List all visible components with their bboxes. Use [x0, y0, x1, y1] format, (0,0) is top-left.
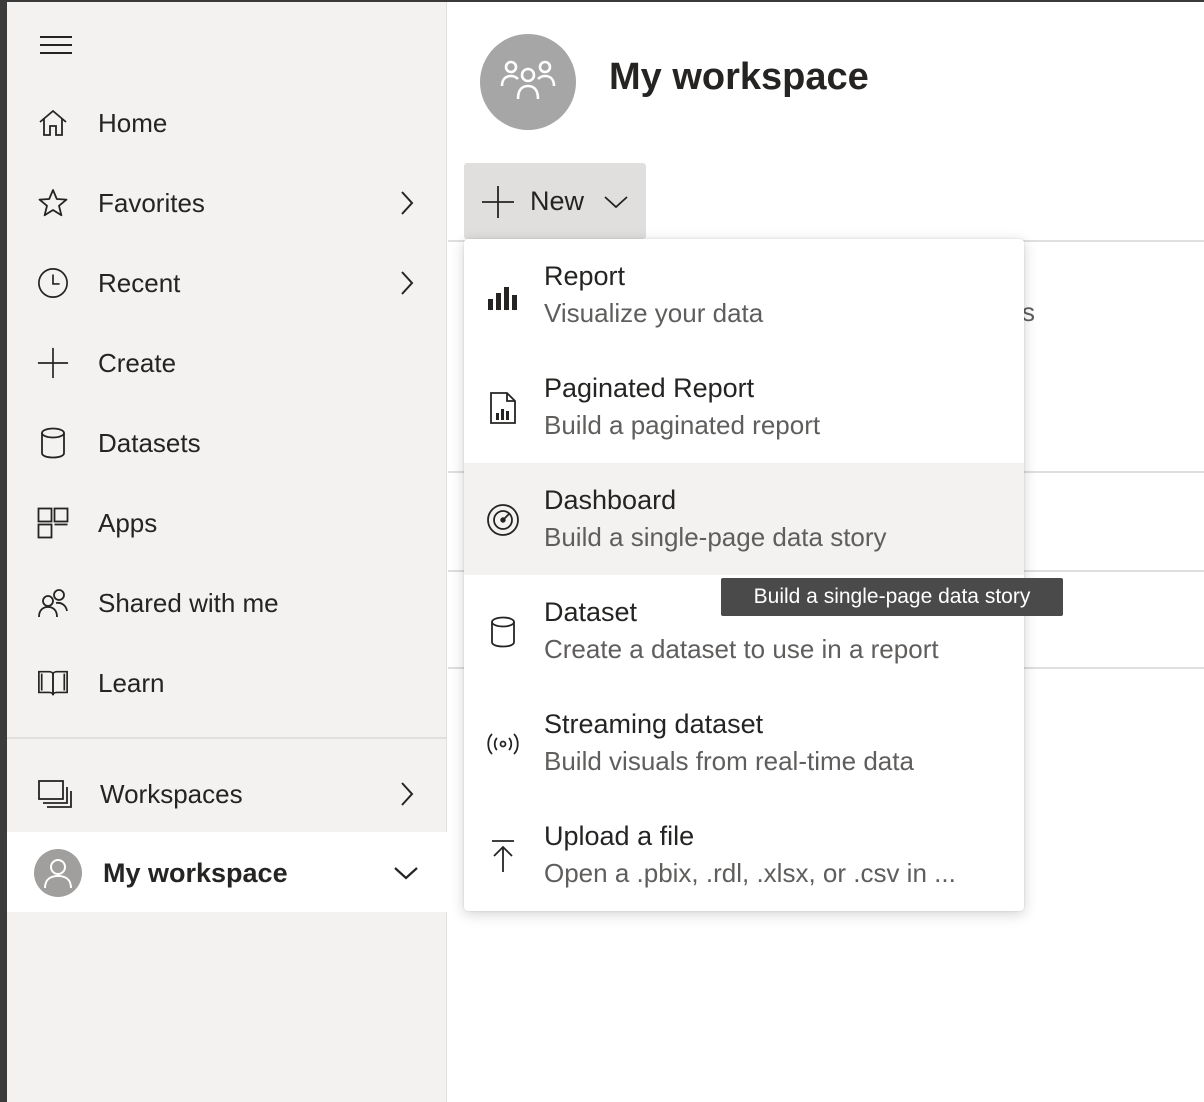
- avatar: [34, 849, 82, 897]
- sidebar-item-datasets[interactable]: Datasets: [7, 411, 447, 475]
- sidebar-item-shared-with-me[interactable]: Shared with me: [7, 571, 447, 635]
- new-button[interactable]: New: [464, 163, 646, 239]
- menu-item-subtitle: Build a paginated report: [544, 410, 821, 440]
- sidebar-item-label: Learn: [98, 667, 165, 698]
- menu-item-subtitle: Visualize your data: [544, 298, 764, 328]
- sidebar-item-create[interactable]: Create: [7, 331, 447, 395]
- tooltip: Build a single-page data story: [721, 578, 1063, 616]
- sidebar-item-label: Shared with me: [98, 587, 279, 618]
- chevron-right-icon[interactable]: [393, 269, 421, 297]
- new-menu: Report Visualize your data Paginated Rep…: [464, 239, 1024, 911]
- sidebar-item-label: Create: [98, 347, 177, 378]
- menu-item-dashboard[interactable]: Dashboard Build a single-page data story: [464, 463, 1024, 575]
- workspaces-icon: [37, 776, 73, 812]
- sidebar-item-learn[interactable]: Learn: [7, 651, 447, 715]
- menu-item-title: Upload a file: [544, 821, 695, 851]
- menu-item-subtitle: Build a single-page data story: [544, 522, 887, 552]
- sidebar-item-label: Home: [98, 107, 168, 138]
- sidebar-item-apps[interactable]: Apps: [7, 491, 447, 555]
- workspace-avatar: [480, 34, 576, 130]
- sidebar-item-label: Recent: [98, 267, 181, 298]
- sidebar-item-my-workspace[interactable]: My workspace: [7, 832, 447, 912]
- sidebar-item-label: Favorites: [98, 187, 205, 218]
- sidebar-item-home[interactable]: Home: [7, 91, 447, 155]
- shared-icon: [37, 587, 69, 619]
- menu-item-title: Dataset: [544, 597, 638, 627]
- home-icon: [37, 107, 69, 139]
- database-icon: [484, 613, 522, 651]
- workspaces-label: Workspaces: [100, 779, 243, 809]
- plus-icon: [481, 185, 515, 219]
- menu-item-title: Paginated Report: [544, 373, 755, 403]
- menu-item-streaming-dataset[interactable]: Streaming dataset Build visuals from rea…: [464, 687, 1024, 799]
- bar-chart-icon: [484, 277, 522, 315]
- page-title: My workspace: [609, 56, 869, 98]
- plus-icon: [37, 347, 69, 379]
- menu-item-title: Report: [544, 261, 626, 291]
- menu-item-upload-file[interactable]: Upload a file Open a .pbix, .rdl, .xlsx,…: [464, 799, 1024, 911]
- star-icon: [37, 187, 69, 219]
- book-icon: [37, 667, 69, 699]
- menu-item-paginated-report[interactable]: Paginated Report Build a paginated repor…: [464, 351, 1024, 463]
- gauge-icon: [484, 501, 522, 539]
- apps-icon: [37, 507, 69, 539]
- menu-item-title: Streaming dataset: [544, 709, 764, 739]
- upload-icon: [484, 837, 522, 875]
- chevron-right-icon[interactable]: [393, 780, 421, 808]
- sidebar-divider: [7, 737, 447, 739]
- my-workspace-label: My workspace: [103, 858, 288, 888]
- paginated-report-icon: [484, 389, 522, 427]
- hamburger-menu-icon[interactable]: [37, 30, 75, 60]
- sidebar-item-favorites[interactable]: Favorites: [7, 171, 447, 235]
- sidebar-item-label: Datasets: [98, 427, 201, 458]
- sidebar: Home Favorites Recent Create Datasets Ap…: [7, 2, 447, 1102]
- chevron-down-icon: [602, 188, 630, 216]
- menu-item-title: Dashboard: [544, 485, 677, 515]
- broadcast-icon: [484, 725, 522, 763]
- chevron-down-icon[interactable]: [391, 858, 421, 888]
- database-icon: [37, 427, 69, 459]
- menu-item-subtitle: Create a dataset to use in a report: [544, 634, 939, 664]
- menu-item-report[interactable]: Report Visualize your data: [464, 239, 1024, 351]
- menu-item-subtitle: Build visuals from real-time data: [544, 746, 914, 776]
- new-button-label: New: [530, 186, 585, 216]
- sidebar-item-label: Apps: [98, 507, 158, 538]
- sidebar-item-recent[interactable]: Recent: [7, 251, 447, 315]
- chevron-right-icon[interactable]: [393, 189, 421, 217]
- window-edge: [0, 0, 7, 1102]
- menu-item-subtitle: Open a .pbix, .rdl, .xlsx, or .csv in ..…: [544, 858, 956, 888]
- sidebar-item-workspaces[interactable]: Workspaces: [7, 762, 447, 826]
- group-icon: [500, 59, 556, 105]
- clock-icon: [37, 267, 69, 299]
